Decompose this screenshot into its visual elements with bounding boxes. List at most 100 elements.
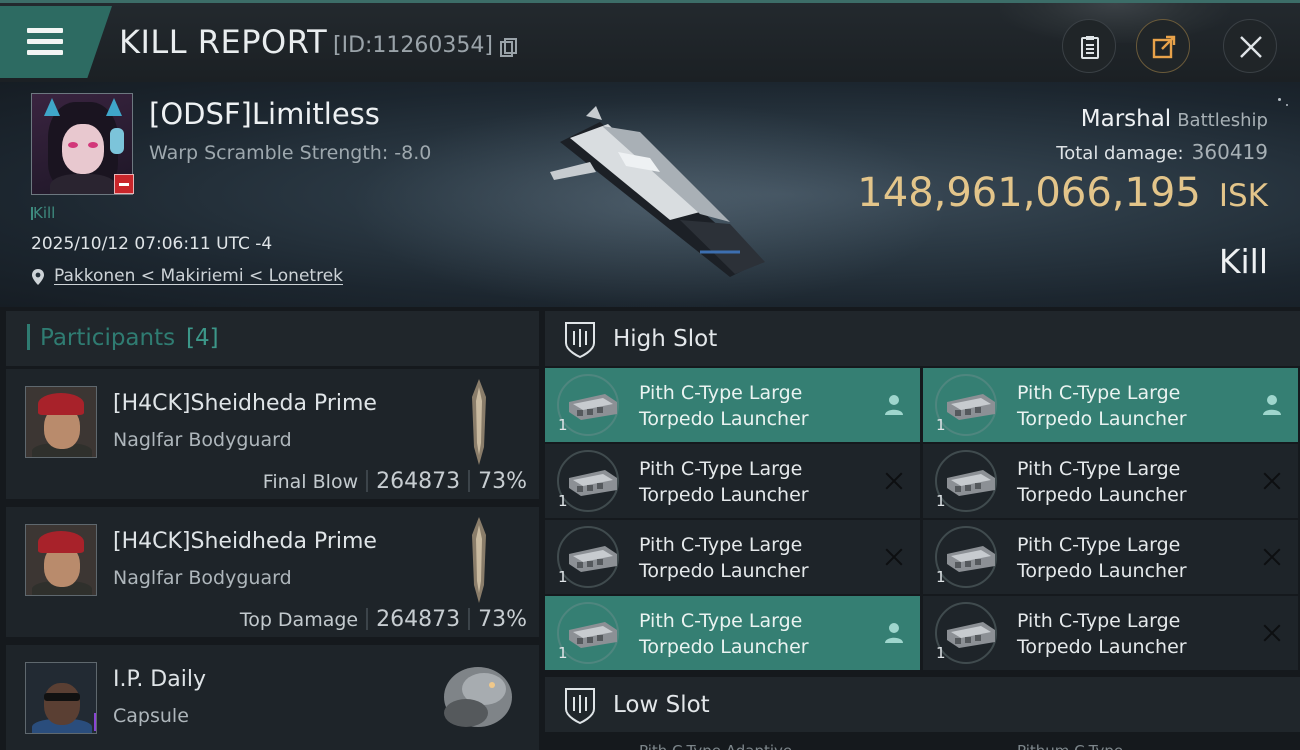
module-quantity: 1 (558, 492, 568, 510)
module-slot[interactable]: 1 Pith C-Type Large Torpedo Launcher (545, 520, 920, 594)
participant-tag: Top Damage (239, 609, 359, 631)
ship-name[interactable]: Marshal (1081, 106, 1171, 132)
participant-ship: Capsule (113, 705, 189, 727)
victim-banner: [ODSF]Limitless Warp Scramble Strength: … (0, 82, 1300, 307)
module-name: Pith C-Type Large Torpedo Launcher (639, 534, 809, 582)
low-slot-module-partial[interactable]: Pith C-Type Adaptive (639, 739, 839, 750)
clipboard-icon (1081, 36, 1099, 59)
dropped-person-icon (1263, 395, 1281, 415)
module-slot[interactable]: 1 Pith C-Type Large Torpedo Launcher (923, 596, 1298, 670)
planet-backdrop (1000, 3, 1230, 43)
high-slot-icon (565, 322, 595, 359)
high-slot-header: High Slot (545, 311, 1300, 366)
participant-card[interactable]: [H4CK]Sheidheda Prime Naglfar Bodyguard … (6, 505, 539, 637)
torpedo-launcher-icon (947, 546, 995, 572)
clipboard-button[interactable] (1062, 19, 1116, 73)
participant-name: [H4CK]Sheidheda Prime (113, 529, 377, 554)
participant-portrait[interactable] (25, 524, 97, 596)
isk-unit: ISK (1218, 178, 1268, 214)
module-slot[interactable]: 1 Pith C-Type Large Torpedo Launcher (545, 444, 920, 518)
participants-count: [4] (186, 325, 219, 351)
module-name: Pith C-Type Large Torpedo Launcher (639, 610, 809, 658)
participant-damage: 264873 (376, 607, 461, 632)
low-slot-icon (565, 688, 595, 725)
top-bar: KILL REPORT [ID:11260354] (0, 0, 1300, 82)
participant-ship-icon (472, 517, 486, 603)
destroyed-x-icon (1262, 623, 1282, 643)
menu-button[interactable] (0, 6, 112, 78)
module-quantity: 1 (936, 492, 946, 510)
isk-value: 148,961,066,195 (857, 170, 1201, 216)
module-quantity: 1 (558, 416, 568, 434)
destroyed-x-icon (1262, 547, 1282, 567)
participant-damage: 264873 (376, 469, 461, 494)
module-quantity: 1 (936, 416, 946, 434)
hostile-badge-icon (114, 174, 134, 194)
low-slot-peek: Pith C-Type Adaptive Pithum C-Type (545, 739, 1300, 750)
dropped-person-icon (885, 395, 903, 415)
module-quantity: 1 (936, 644, 946, 662)
participants-header: Participants [4] (6, 311, 539, 366)
participant-tag: Final Blow (262, 471, 359, 493)
participant-portrait[interactable] (25, 662, 97, 734)
participant-ship: Naglfar Bodyguard (113, 567, 292, 589)
isk-value-display: 148,961,066,195 ISK (857, 170, 1268, 216)
torpedo-launcher-icon (947, 470, 995, 496)
share-icon (1152, 35, 1176, 59)
module-slot[interactable]: 1 Pith C-Type Large Torpedo Launcher (545, 368, 920, 442)
module-slot[interactable]: 1 Pith C-Type Large Torpedo Launcher (923, 368, 1298, 442)
low-slot-module-partial[interactable]: Pithum C-Type (1017, 739, 1217, 750)
module-name: Pith C-Type Large Torpedo Launcher (1017, 534, 1187, 582)
participant-stats: Top Damage 264873 73% (240, 607, 527, 632)
participant-ship-icon (472, 379, 486, 465)
victim-ship-type: Marshal Battleship (1081, 106, 1268, 132)
participant-name: I.P. Daily (113, 667, 206, 692)
share-button[interactable] (1136, 19, 1190, 73)
destroyed-x-icon (884, 471, 904, 491)
kill-result: Kill (1218, 242, 1268, 281)
module-slot[interactable]: 1 Pith C-Type Large Torpedo Launcher (545, 596, 920, 670)
torpedo-launcher-icon (569, 470, 617, 496)
report-id: [ID:11260354] (333, 33, 493, 58)
torpedo-launcher-icon (569, 394, 617, 420)
destroyed-x-icon (884, 547, 904, 567)
low-slot-title: Low Slot (613, 692, 710, 718)
close-button[interactable] (1223, 19, 1277, 73)
ship-class: Battleship (1177, 110, 1268, 131)
torpedo-launcher-icon (947, 622, 995, 648)
participant-percent: 73% (478, 607, 527, 632)
dropped-person-icon (885, 623, 903, 643)
participant-card[interactable]: I.P. Daily Capsule (6, 643, 539, 750)
module-name: Pith C-Type Large Torpedo Launcher (1017, 610, 1187, 658)
module-quantity: 1 (558, 568, 568, 586)
kill-tag: Kill (30, 204, 56, 222)
kill-datetime: 2025/10/12 07:06:11 UTC -4 (31, 234, 273, 254)
module-quantity: 1 (936, 568, 946, 586)
participant-card[interactable]: [H4CK]Sheidheda Prime Naglfar Bodyguard … (6, 367, 539, 499)
participants-title: Participants (40, 325, 176, 351)
warp-scramble-strength: Warp Scramble Strength: -8.0 (149, 142, 432, 164)
participant-portrait[interactable] (25, 386, 97, 458)
participant-percent: 73% (478, 469, 527, 494)
participant-stats: Final Blow 264873 73% (263, 469, 527, 494)
participant-name: [H4CK]Sheidheda Prime (113, 391, 377, 416)
location-text: Pakkonen < Makiriemi < Lonetrek (54, 266, 343, 286)
participant-ship: Naglfar Bodyguard (113, 429, 292, 451)
module-slot[interactable]: 1 Pith C-Type Large Torpedo Launcher (923, 444, 1298, 518)
capsule-icon (444, 667, 512, 727)
module-slot[interactable]: 1 Pith C-Type Large Torpedo Launcher (923, 520, 1298, 594)
close-icon (1240, 36, 1262, 58)
total-damage-value: 360419 (1191, 140, 1268, 164)
hamburger-icon (27, 28, 63, 56)
copy-icon[interactable] (500, 38, 517, 58)
fitting-panel: High Slot 1 Pith C-Type Large Torpedo Laun… (545, 311, 1300, 750)
module-name: Pith C-Type Large Torpedo Launcher (639, 382, 809, 430)
victim-name[interactable]: [ODSF]Limitless (149, 97, 380, 131)
victim-ship-image (550, 106, 765, 277)
module-name: Pith C-Type Large Torpedo Launcher (639, 458, 809, 506)
torpedo-launcher-icon (947, 394, 995, 420)
module-name: Pith C-Type Large Torpedo Launcher (1017, 382, 1187, 430)
participants-panel: Participants [4] [H4CK]Sheidheda Prime N… (6, 311, 539, 750)
location-pin-icon (32, 269, 44, 285)
high-slot-title: High Slot (613, 326, 718, 352)
